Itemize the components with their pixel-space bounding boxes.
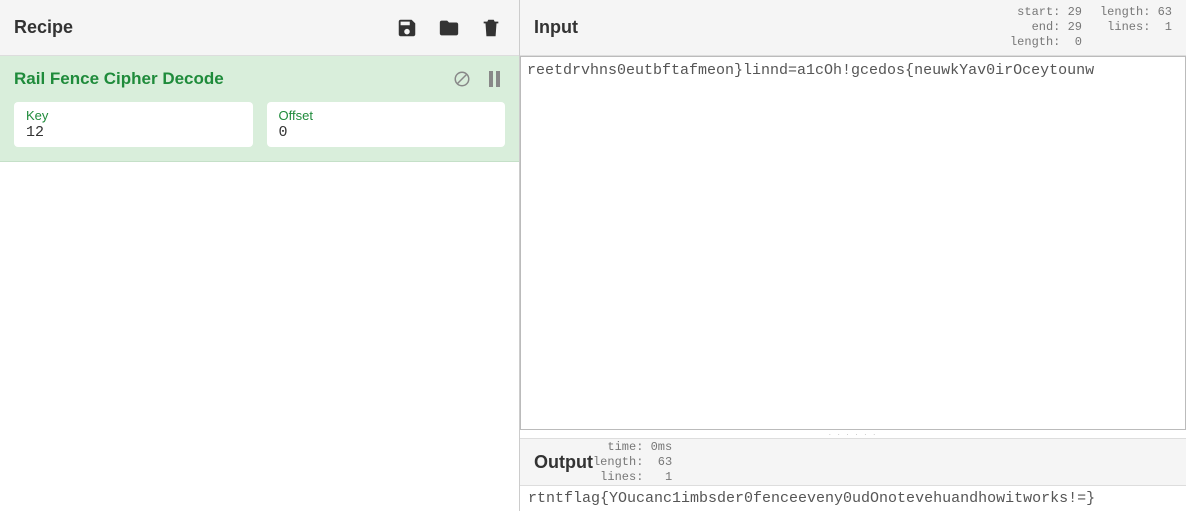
arg-offset-label: Offset bbox=[279, 108, 494, 123]
arg-offset[interactable]: Offset bbox=[267, 102, 506, 147]
io-pane: Input start: 29 end: 29length: 0 length:… bbox=[520, 0, 1186, 511]
stat-length-label: length: bbox=[1100, 5, 1158, 19]
arg-key-input[interactable] bbox=[26, 124, 241, 141]
output-section: Output time: 0mslength: 63 lines: 1 rtnt… bbox=[520, 438, 1186, 511]
input-title: Input bbox=[534, 17, 578, 38]
input-stats: start: 29 end: 29length: 0 length: 63 li… bbox=[1010, 5, 1172, 50]
stat-start-label: start: bbox=[1010, 5, 1068, 19]
clear-recipe-button[interactable] bbox=[477, 14, 505, 42]
stat-out-length-label: length: bbox=[593, 455, 658, 469]
recipe-title: Recipe bbox=[14, 17, 73, 38]
stat-time-label: time: bbox=[593, 440, 651, 454]
stat-out-lines-label: lines: bbox=[593, 470, 665, 484]
open-recipe-button[interactable] bbox=[435, 14, 463, 42]
stat-sel-length-label: length: bbox=[1010, 35, 1075, 49]
stat-out-lines-value: 1 bbox=[665, 470, 672, 484]
output-header: Output time: 0mslength: 63 lines: 1 bbox=[520, 438, 1186, 486]
operation-rail-fence-decode[interactable]: Rail Fence Cipher Decode Key Offset bbox=[0, 56, 519, 162]
input-section: Input start: 29 end: 29length: 0 length:… bbox=[520, 0, 1186, 430]
output-text[interactable]: rtntflag{YOucanc1imbsder0fenceeveny0udOn… bbox=[520, 486, 1186, 511]
input-textarea[interactable] bbox=[520, 56, 1186, 430]
save-recipe-button[interactable] bbox=[393, 14, 421, 42]
arg-key-label: Key bbox=[26, 108, 241, 123]
pause-operation-button[interactable] bbox=[483, 68, 505, 90]
disable-operation-button[interactable] bbox=[451, 68, 473, 90]
stat-time-value: 0ms bbox=[651, 440, 673, 454]
pane-drag-handle[interactable] bbox=[520, 430, 1186, 438]
stat-lines-label: lines: bbox=[1100, 20, 1165, 34]
recipe-pane: Recipe Rail Fence Cipher Decode Key bbox=[0, 0, 520, 511]
arg-key[interactable]: Key bbox=[14, 102, 253, 147]
input-header: Input start: 29 end: 29length: 0 length:… bbox=[520, 0, 1186, 56]
operation-args: Key Offset bbox=[14, 102, 505, 147]
stat-end-label: end: bbox=[1010, 20, 1068, 34]
input-selection-stats: start: 29 end: 29length: 0 bbox=[1010, 5, 1082, 50]
pause-icon bbox=[489, 71, 500, 87]
stat-sel-length-value: 0 bbox=[1075, 35, 1082, 49]
stat-lines-value: 1 bbox=[1165, 20, 1172, 34]
input-size-stats: length: 63 lines: 1 bbox=[1100, 5, 1172, 50]
stat-end-value: 29 bbox=[1068, 20, 1082, 34]
operation-title-row: Rail Fence Cipher Decode bbox=[14, 68, 505, 90]
operation-title: Rail Fence Cipher Decode bbox=[14, 69, 441, 89]
stat-length-value: 63 bbox=[1158, 5, 1172, 19]
arg-offset-input[interactable] bbox=[279, 124, 494, 141]
stat-out-length-value: 63 bbox=[658, 455, 672, 469]
recipe-header: Recipe bbox=[0, 0, 519, 56]
output-title: Output bbox=[534, 452, 593, 473]
stat-start-value: 29 bbox=[1068, 5, 1082, 19]
output-stats: time: 0mslength: 63 lines: 1 bbox=[593, 440, 672, 485]
